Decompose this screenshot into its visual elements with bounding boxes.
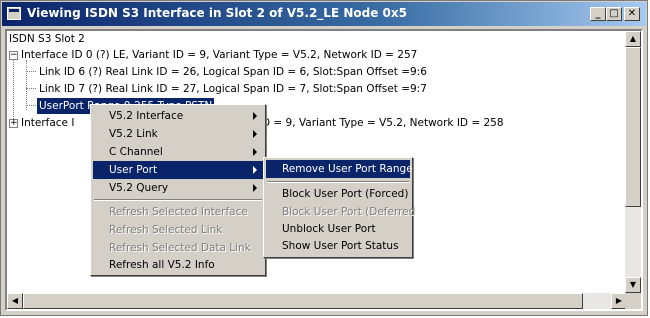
menu-item-label: User Port xyxy=(109,164,158,176)
menu-item-block-user-port-deferred[interactable]: Block User Port (Deferred xyxy=(266,203,415,221)
tree-node-interface-1-details: D = 9, Variant Type = V5.2, Network ID =… xyxy=(262,117,504,129)
vertical-scroll-thumb[interactable] xyxy=(625,47,641,207)
tree-node-interface-0[interactable]: Interface ID 0 (?) LE, Variant ID = 9, V… xyxy=(21,47,417,63)
horizontal-scrollbar[interactable]: ◀ ▶ xyxy=(7,293,627,309)
menu-item-v52-interface[interactable]: V5.2 Interface xyxy=(93,107,263,125)
menu-item-remove-user-port-range[interactable]: Remove User Port Range xyxy=(266,160,413,178)
scroll-down-button[interactable]: ▼ xyxy=(625,277,641,293)
expand-icon[interactable]: + xyxy=(9,119,18,128)
tree-node-interface-1-label: Interface I xyxy=(21,117,75,129)
title-bar[interactable]: Viewing ISDN S3 Interface in Slot 2 of V… xyxy=(2,2,646,26)
tree-connector xyxy=(13,55,14,125)
context-menu: V5.2 Interface V5.2 Link C Channel User … xyxy=(90,104,266,276)
submenu-arrow-icon xyxy=(253,184,257,192)
submenu-arrow-icon xyxy=(253,130,257,138)
tree-connector xyxy=(26,105,36,106)
minimize-button[interactable]: _ xyxy=(590,7,606,21)
menu-item-refresh-all-v52-info[interactable]: Refresh all V5.2 Info xyxy=(93,256,263,274)
submenu-arrow-icon xyxy=(253,112,257,120)
vertical-scrollbar[interactable]: ▲ ▼ xyxy=(625,31,641,293)
menu-item-refresh-selected-interface[interactable]: Refresh Selected Interface xyxy=(93,203,263,221)
menu-item-label: V5.2 Link xyxy=(109,128,158,140)
menu-item-v52-link[interactable]: V5.2 Link xyxy=(93,125,263,143)
menu-item-refresh-selected-data-link[interactable]: Refresh Selected Data Link xyxy=(93,239,263,257)
close-button[interactable]: ✕ xyxy=(624,7,640,21)
tree-connector xyxy=(26,88,36,89)
tree-node-root[interactable]: ISDN S3 Slot 2 xyxy=(9,31,85,47)
menu-item-label: C Channel xyxy=(109,146,163,158)
menu-separator xyxy=(267,181,409,183)
submenu-arrow-icon xyxy=(253,148,257,156)
menu-item-unblock-user-port[interactable]: Unblock User Port xyxy=(266,220,410,238)
menu-item-refresh-selected-link[interactable]: Refresh Selected Link xyxy=(93,221,263,239)
collapse-icon[interactable]: − xyxy=(9,51,18,60)
menu-separator xyxy=(94,199,262,201)
tree-connector xyxy=(26,71,36,72)
horizontal-scroll-thumb[interactable] xyxy=(23,293,583,309)
menu-item-user-port[interactable]: User Port xyxy=(93,161,263,179)
menu-item-v52-query[interactable]: V5.2 Query xyxy=(93,179,263,197)
maximize-button[interactable]: □ xyxy=(606,7,622,21)
window-icon xyxy=(7,7,21,20)
scroll-left-button[interactable]: ◀ xyxy=(7,293,23,309)
tree-node-link-7[interactable]: Link ID 7 (?) Real Link ID = 27, Logical… xyxy=(39,81,427,97)
submenu-arrow-icon xyxy=(253,166,257,174)
tree-node-interface-1[interactable]: Interface I D = 9, Variant Type = V5.2, … xyxy=(21,115,504,131)
menu-item-show-user-port-status[interactable]: Show User Port Status xyxy=(266,237,410,255)
scroll-up-button[interactable]: ▲ xyxy=(625,31,641,47)
menu-item-block-user-port-forced[interactable]: Block User Port (Forced) xyxy=(266,185,410,203)
user-port-submenu: Remove User Port Range Block User Port (… xyxy=(263,157,415,258)
tree-node-link-6[interactable]: Link ID 6 (?) Real Link ID = 26, Logical… xyxy=(39,64,427,80)
tree-connector xyxy=(26,60,27,110)
menu-item-c-channel[interactable]: C Channel xyxy=(93,143,263,161)
resize-grip[interactable] xyxy=(625,293,641,309)
menu-item-label: V5.2 Query xyxy=(109,182,169,194)
window-title: Viewing ISDN S3 Interface in Slot 2 of V… xyxy=(27,6,407,20)
menu-item-label: V5.2 Interface xyxy=(109,110,184,122)
